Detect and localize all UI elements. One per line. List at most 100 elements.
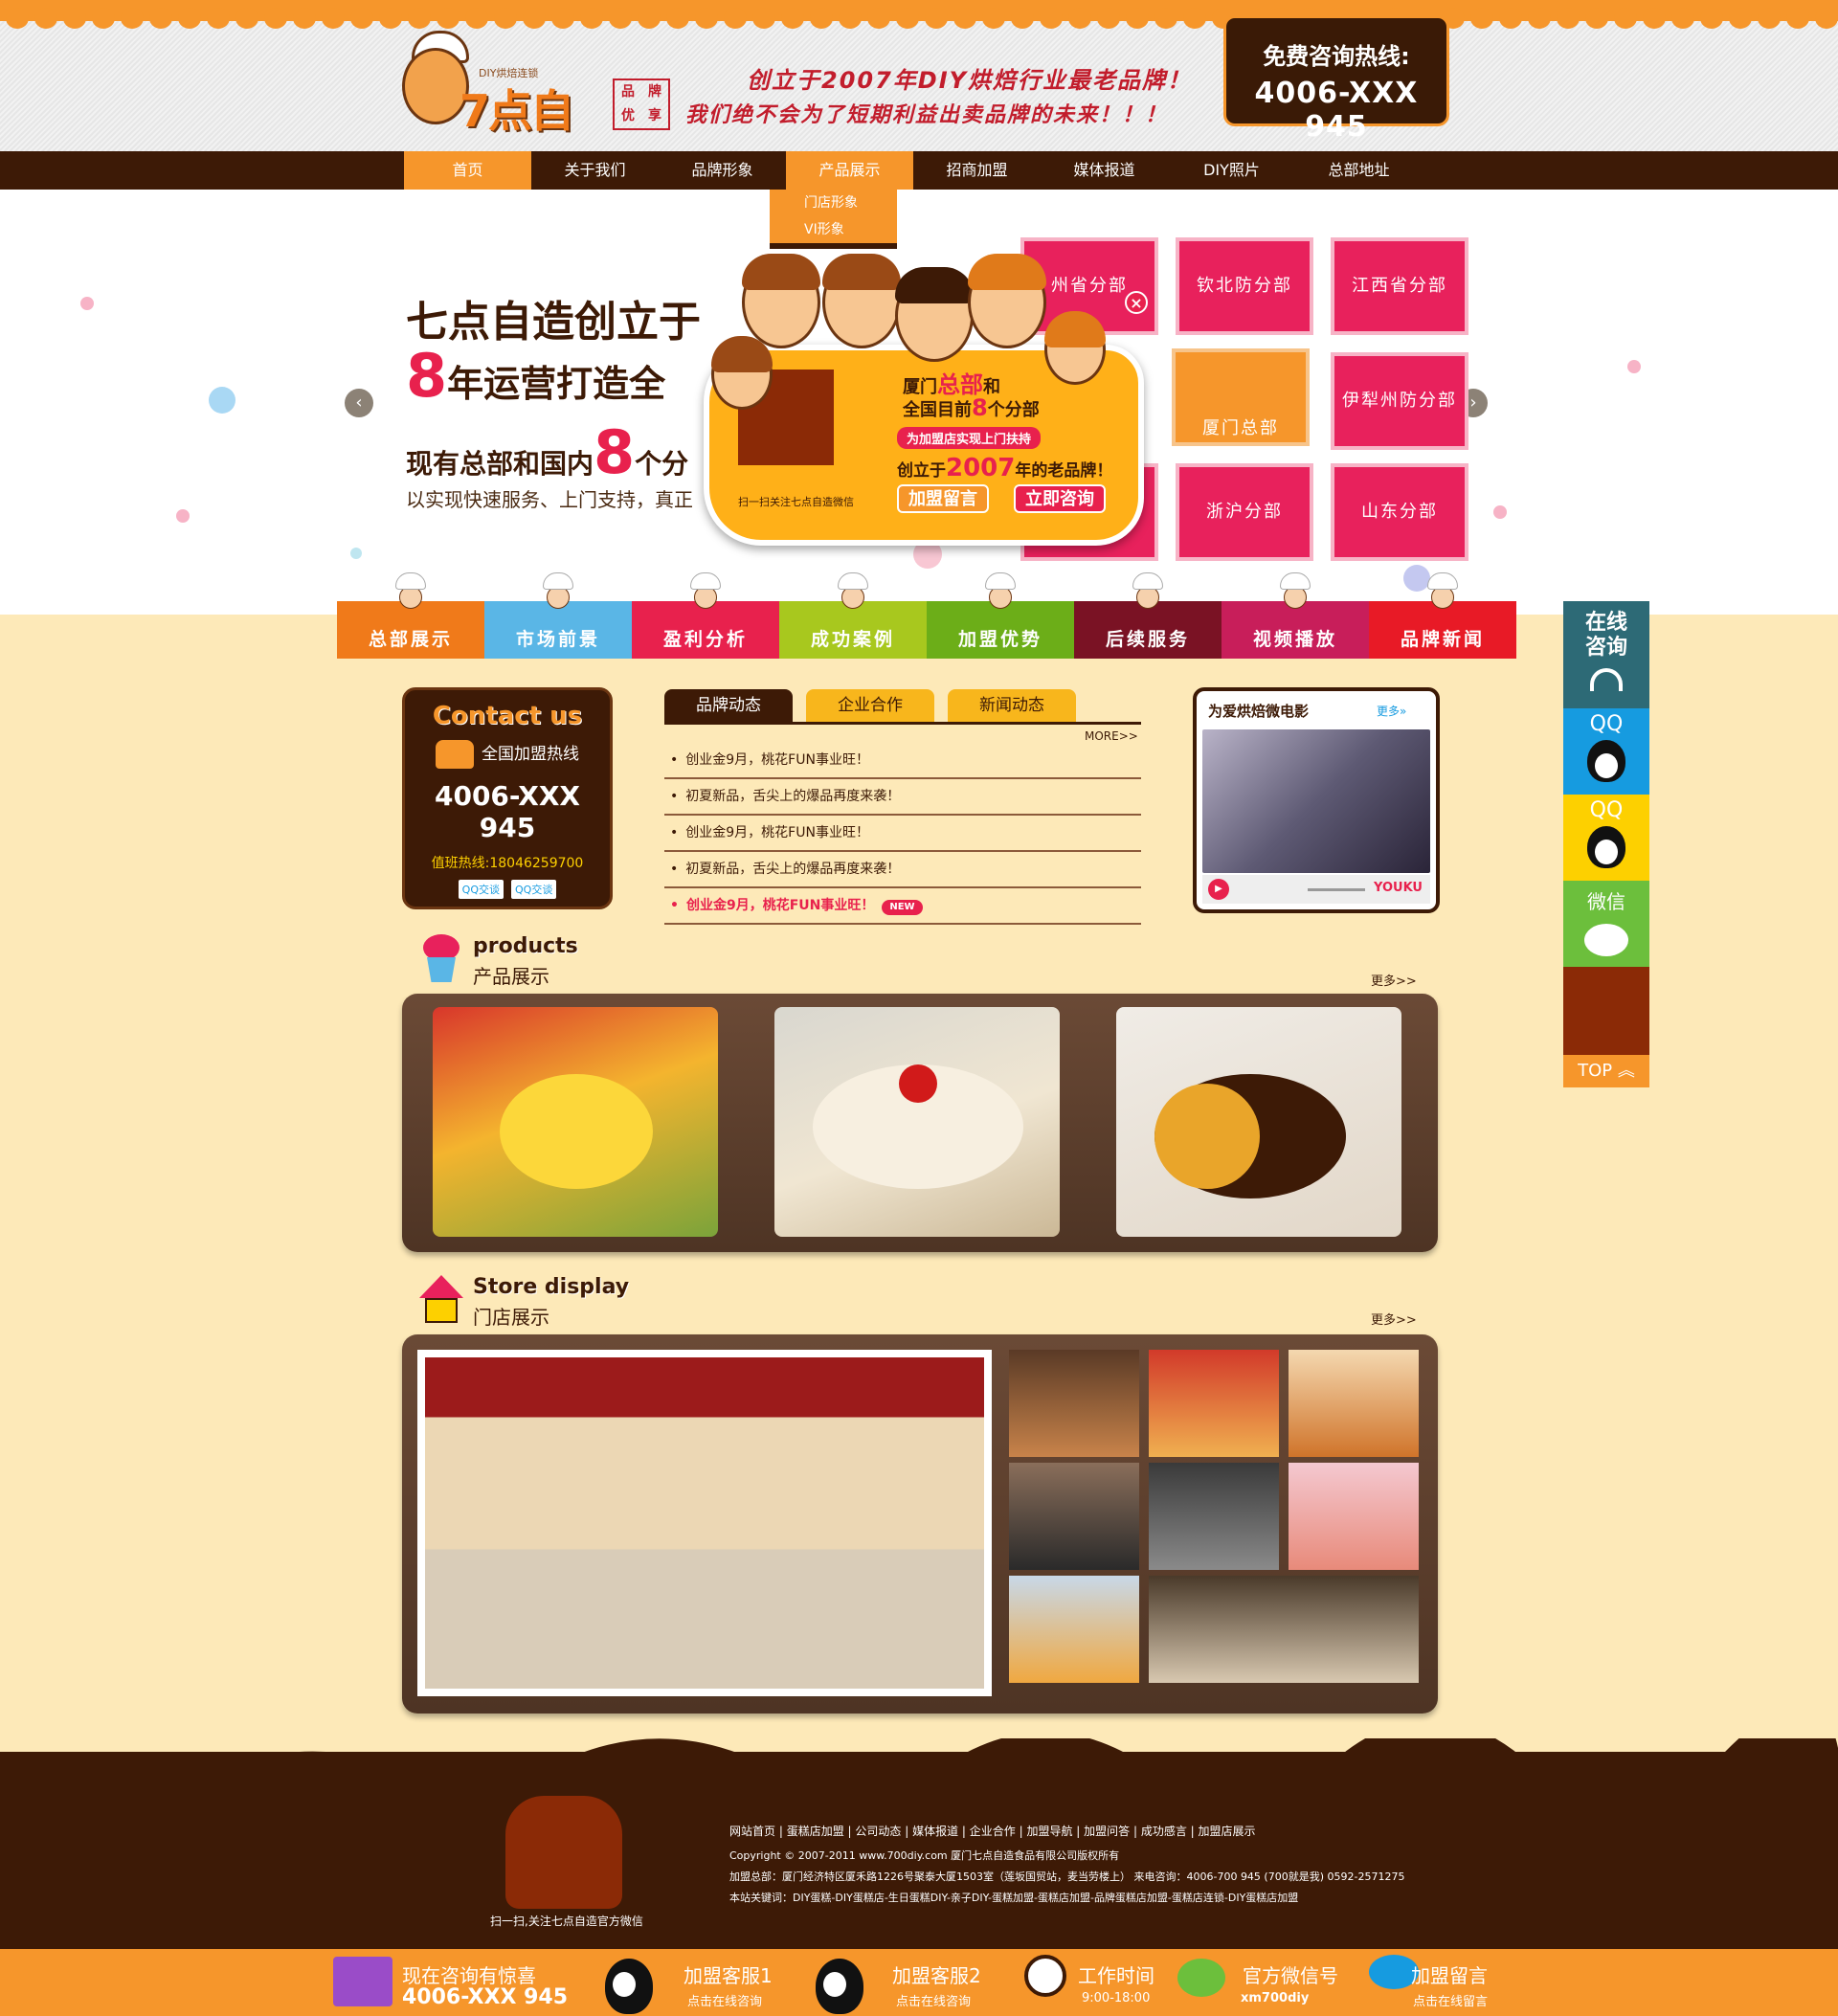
footer-link[interactable]: 加盟店展示: [1199, 1825, 1256, 1838]
store-thumb[interactable]: [1289, 1463, 1419, 1570]
bottom-message[interactable]: 加盟留言 点击在线留言: [1369, 1949, 1522, 2016]
popup-text: 个分部: [987, 400, 1040, 420]
main-nav: 首页 关于我们 品牌形象 产品展示 招商加盟 媒体报道 DIY照片 总部地址: [0, 151, 1838, 190]
nav-item-home[interactable]: 首页: [404, 151, 531, 190]
nav-item-media[interactable]: 媒体报道: [1041, 151, 1168, 190]
popup-message-button[interactable]: 加盟留言: [897, 484, 989, 513]
store-thumb[interactable]: [1149, 1463, 1279, 1570]
nav-item-about[interactable]: 关于我们: [531, 151, 659, 190]
nav-item-diy-photos[interactable]: DIY照片: [1168, 151, 1295, 190]
scallop-bump: [666, 8, 689, 29]
dropdown-item-store-image[interactable]: 门店形象: [770, 190, 897, 216]
qq-chat-button[interactable]: QQ交谈: [458, 880, 504, 899]
footer-link[interactable]: 加盟导航: [1026, 1825, 1072, 1838]
video-player-screen[interactable]: [1202, 729, 1430, 873]
scallop-bump: [867, 8, 890, 29]
store-thumb[interactable]: [1009, 1350, 1139, 1457]
category-hq[interactable]: 总部展示: [337, 572, 484, 659]
news-item-latest[interactable]: 创业金9月，桃花FUN事业旺！ NEW: [664, 888, 1141, 925]
tab-brand-news[interactable]: 品牌动态: [664, 689, 793, 722]
news-item[interactable]: 初夏新品，舌尖上的爆品再度来袭！: [664, 779, 1141, 816]
scallop-bump: [1154, 8, 1177, 29]
gift-icon: [333, 1957, 392, 2006]
category-news[interactable]: 品牌新闻: [1369, 572, 1516, 659]
scallop-bump: [1671, 8, 1694, 29]
branch-tile[interactable]: 伊犁州防分部: [1331, 352, 1468, 450]
nav-item-brand[interactable]: 品牌形象: [659, 151, 786, 190]
category-profit[interactable]: 盈利分析: [632, 572, 779, 659]
category-market[interactable]: 市场前景: [484, 572, 632, 659]
bottom-wechat[interactable]: 官方微信号 xm700diy: [1176, 1949, 1348, 2016]
branch-tile[interactable]: 浙沪分部: [1176, 463, 1313, 561]
bottom-gift[interactable]: 现在咨询有惊喜 4006-XXX 945: [329, 1949, 607, 2016]
category-label: 成功案例: [810, 629, 895, 650]
nav-item-products[interactable]: 产品展示: [786, 151, 913, 190]
news-more-link[interactable]: MORE>>: [1085, 729, 1138, 743]
scallop-bump: [1097, 8, 1120, 29]
youku-logo: YOUKU: [1374, 881, 1423, 895]
footer-link[interactable]: 网站首页: [729, 1825, 775, 1838]
category-cases[interactable]: 成功案例: [779, 572, 927, 659]
store-main-photo[interactable]: [417, 1350, 992, 1696]
news-item[interactable]: 创业金9月，桃花FUN事业旺！: [664, 816, 1141, 852]
branch-tile[interactable]: 山东分部: [1331, 463, 1468, 561]
tab-news[interactable]: 新闻动态: [948, 689, 1076, 722]
scallop-bump: [523, 8, 546, 29]
nav-item-hq-address[interactable]: 总部地址: [1295, 151, 1423, 190]
footer-link[interactable]: 蛋糕店加盟: [787, 1825, 844, 1838]
category-advantages[interactable]: 加盟优势: [927, 572, 1074, 659]
volume-slider[interactable]: [1308, 888, 1365, 891]
store-more-link[interactable]: 更多>>: [1371, 1310, 1417, 1328]
products-more-link[interactable]: 更多>>: [1371, 971, 1417, 989]
category-label: 加盟优势: [957, 629, 1042, 650]
qq-chat-button[interactable]: QQ交谈: [511, 880, 557, 899]
category-service[interactable]: 后续服务: [1074, 572, 1222, 659]
clock-icon: [1024, 1955, 1066, 1997]
bottom-service-2[interactable]: 加盟客服2 点击在线咨询: [816, 1949, 1007, 2016]
dropdown-item-vi-image[interactable]: VI形象: [770, 216, 897, 243]
scallop-bump: [896, 8, 919, 29]
branch-tile[interactable]: 钦北防分部: [1176, 237, 1313, 335]
footer-link[interactable]: 成功感言: [1141, 1825, 1187, 1838]
side-online-consult[interactable]: 在线咨询: [1563, 601, 1649, 708]
footer-link[interactable]: 公司动态: [855, 1825, 901, 1838]
footer-qr-caption: 扫一扫,关注七点自造官方微信: [490, 1915, 643, 1928]
back-to-top-button[interactable]: TOP ︽: [1563, 1055, 1649, 1087]
service-2-sub: 点击在线咨询: [896, 1995, 972, 2009]
store-thumb[interactable]: [1009, 1576, 1139, 1683]
bottom-service-1[interactable]: 加盟客服1 点击在线咨询: [605, 1949, 796, 2016]
product-image-fruit-cake[interactable]: [433, 1007, 718, 1237]
product-image-fruit-tart[interactable]: [774, 1007, 1060, 1237]
popup-consult-button[interactable]: 立即咨询: [1014, 484, 1106, 513]
play-icon[interactable]: ▶: [1208, 879, 1229, 900]
side-qq-2[interactable]: QQ: [1563, 795, 1649, 881]
video-more-link[interactable]: 更多»: [1377, 703, 1406, 719]
banner-prev-arrow[interactable]: ‹: [345, 389, 373, 417]
footer-link[interactable]: 媒体报道: [912, 1825, 958, 1838]
store-thumb[interactable]: [1149, 1350, 1279, 1457]
tab-cooperation[interactable]: 企业合作: [806, 689, 934, 722]
news-item[interactable]: 初夏新品，舌尖上的爆品再度来袭！: [664, 852, 1141, 888]
footer-link[interactable]: 企业合作: [970, 1825, 1016, 1838]
product-image-chocolate-cake[interactable]: [1116, 1007, 1401, 1237]
contact-qq-buttons: QQ交谈 QQ交谈: [405, 880, 610, 899]
footer-link[interactable]: 加盟问答: [1084, 1825, 1130, 1838]
store-thumb-wide[interactable]: [1149, 1576, 1419, 1683]
site-logo[interactable]: DIY烘焙连锁 7点自造: [392, 29, 584, 200]
footer-copyright: Copyright © 2007-2011 www.700diy.com 厦门七…: [729, 1849, 1120, 1862]
side-wechat[interactable]: 微信: [1563, 881, 1649, 967]
scallop-bump: [1528, 8, 1551, 29]
scallop-bump: [1499, 8, 1522, 29]
side-qq-1[interactable]: QQ: [1563, 708, 1649, 795]
category-video[interactable]: 视频播放: [1222, 572, 1369, 659]
news-item[interactable]: 创业金9月，桃花FUN事业旺！: [664, 743, 1141, 779]
store-thumb[interactable]: [1289, 1350, 1419, 1457]
scallop-bump: [350, 8, 373, 29]
branch-tile[interactable]: 江西省分部: [1331, 237, 1468, 335]
popup-close-icon[interactable]: ×: [1125, 291, 1148, 314]
scallop-bump: [494, 8, 517, 29]
store-thumb[interactable]: [1009, 1463, 1139, 1570]
branch-tile-featured[interactable]: 厦门总部: [1172, 348, 1310, 446]
nav-item-franchise[interactable]: 招商加盟: [913, 151, 1041, 190]
banner-line3-tail: 个分: [635, 448, 689, 480]
